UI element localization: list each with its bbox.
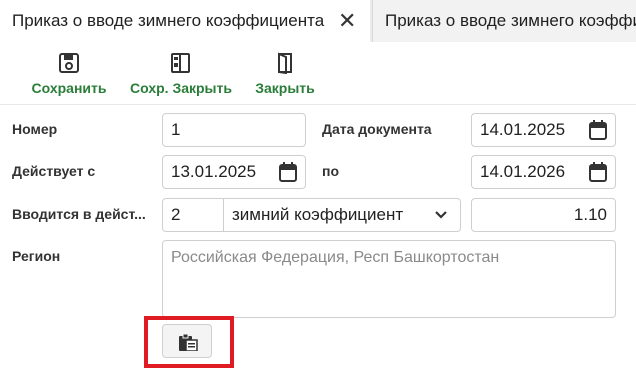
chevron-down-icon[interactable] [434, 208, 448, 222]
doc-date-input[interactable]: 14.01.2025 [471, 113, 616, 147]
close-button[interactable]: Закрыть [252, 50, 318, 100]
calendar-icon[interactable] [279, 162, 297, 182]
save-close-label: Сохр. Закрыть [130, 80, 232, 96]
tab-active[interactable]: Приказ о вводе зимнего коэффициента ✕ [0, 0, 370, 42]
close-label: Закрыть [255, 80, 315, 96]
tab-label: Приказ о вводе зимнего коэффициента [385, 11, 636, 30]
coefficient-value-input[interactable]: 1.10 [471, 198, 616, 232]
floppy-disk-icon [59, 53, 79, 73]
introduced-number-value: 2 [171, 205, 181, 224]
coefficient-type-select[interactable]: зимний коэффициент [224, 198, 461, 232]
save-label: Сохранить [31, 80, 107, 96]
save-close-button[interactable]: Сохр. Закрыть [128, 50, 234, 100]
tab-inactive[interactable]: Приказ о вводе зимнего коэффициента [372, 0, 636, 42]
number-input[interactable]: 1 [162, 113, 306, 147]
toolbar-divider [0, 104, 636, 105]
tab-bar: Приказ о вводе зимнего коэффициента ✕ Пр… [0, 0, 636, 42]
region-placeholder: Российская Федерация, Респ Башкортостан [171, 249, 500, 266]
valid-from-value: 13.01.2025 [171, 162, 257, 181]
highlight-box [144, 316, 234, 368]
coefficient-type-value: зимний коэффициент [232, 205, 404, 224]
number-label: Номер [12, 121, 58, 137]
introduced-label: Вводится в дейст... [12, 206, 146, 222]
save-button[interactable]: Сохранить [30, 50, 108, 100]
calendar-icon[interactable] [589, 162, 607, 182]
region-field[interactable]: Российская Федерация, Респ Башкортостан [162, 240, 616, 318]
valid-to-input[interactable]: 14.01.2026 [471, 155, 616, 189]
valid-to-label: по [322, 163, 340, 179]
valid-from-input[interactable]: 13.01.2025 [162, 155, 306, 189]
doc-date-label: Дата документа [322, 121, 432, 137]
save-close-icon [171, 53, 190, 73]
coefficient-value: 1.10 [573, 205, 607, 224]
tab-label: Приказ о вводе зимнего коэффициента [12, 11, 325, 30]
valid-to-value: 14.01.2026 [480, 162, 566, 181]
number-value: 1 [171, 120, 181, 139]
region-label: Регион [12, 248, 61, 264]
close-tab-icon[interactable]: ✕ [338, 10, 356, 32]
doc-date-value: 14.01.2025 [480, 120, 566, 139]
valid-from-label: Действует с [12, 163, 96, 179]
introduced-number-input[interactable]: 2 [162, 198, 224, 232]
door-close-icon [278, 52, 292, 74]
toolbar: Сохранить Сохр. Закрыть Закрыть [0, 42, 636, 104]
calendar-icon[interactable] [589, 120, 607, 140]
